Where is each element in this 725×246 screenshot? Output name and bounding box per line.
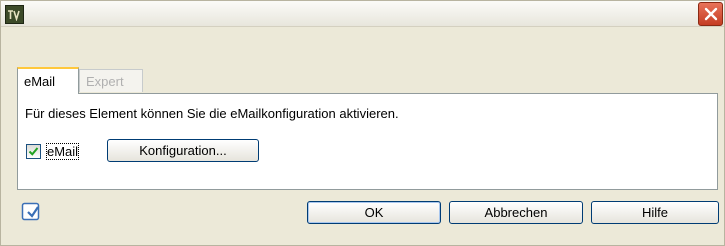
tab-expert[interactable]: Expert	[79, 69, 143, 92]
configuration-button[interactable]: Konfiguration...	[107, 139, 259, 162]
email-tab-panel: Für dieses Element können Sie die eMailk…	[17, 93, 718, 190]
tab-email-label: eMail	[24, 74, 56, 89]
ok-button-label: OK	[364, 205, 384, 220]
ok-button[interactable]: OK	[307, 201, 441, 224]
help-button-label: Hilfe	[641, 205, 668, 220]
checkmark-icon	[28, 147, 39, 156]
email-checkbox[interactable]	[26, 144, 41, 159]
app-logo-icon	[5, 5, 24, 24]
cancel-button-label: Abbrechen	[484, 205, 548, 220]
close-icon	[704, 7, 717, 21]
help-button[interactable]: Hilfe	[591, 201, 719, 224]
configuration-button-label: Konfiguration...	[139, 143, 227, 158]
tab-expert-label: Expert	[86, 73, 124, 89]
tab-email[interactable]: eMail	[17, 67, 79, 94]
email-checkbox-label[interactable]: eMail	[45, 143, 80, 160]
dialog-window: Expert eMail Für dieses Element können S…	[0, 0, 725, 246]
note-check-icon[interactable]	[21, 202, 41, 222]
close-button[interactable]	[698, 2, 723, 26]
info-text: Für dieses Element können Sie die eMailk…	[25, 106, 399, 121]
title-bar[interactable]	[1, 1, 724, 27]
cancel-button[interactable]: Abbrechen	[449, 201, 583, 224]
